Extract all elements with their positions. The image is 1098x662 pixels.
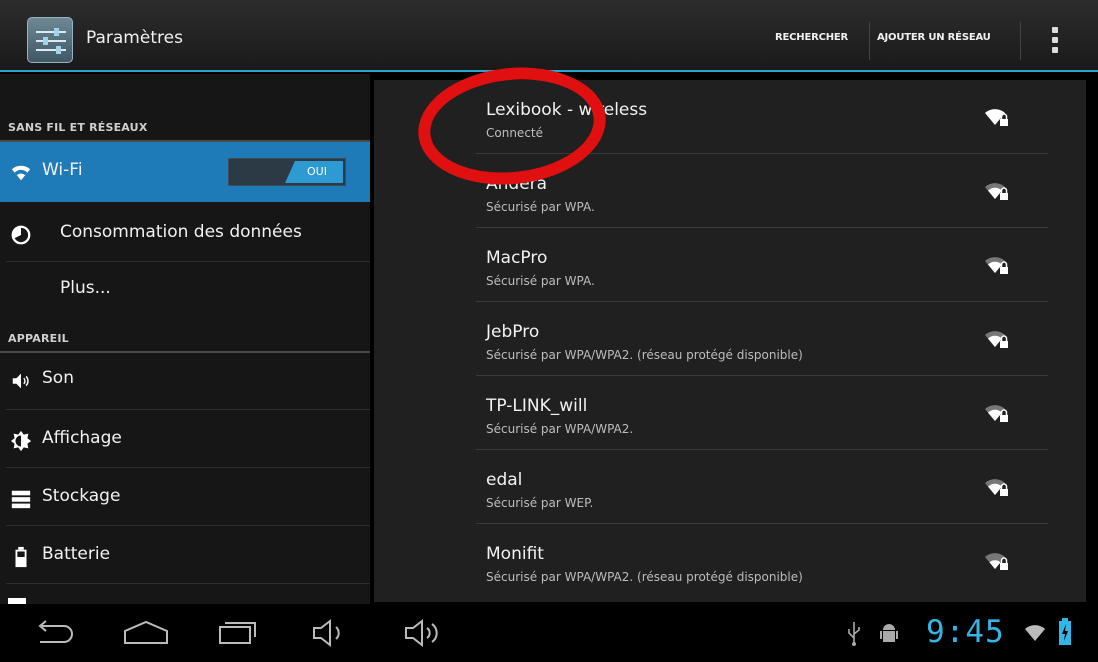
sidebar-item-display[interactable]: Affichage bbox=[0, 412, 370, 468]
item-divider bbox=[6, 583, 370, 584]
wifi-signal-locked-icon bbox=[985, 405, 1008, 422]
clock[interactable]: 9:45 bbox=[926, 614, 1005, 650]
wifi-toggle[interactable]: OUI bbox=[228, 158, 346, 186]
volume-icon[interactable] bbox=[310, 618, 352, 648]
actionbar-divider bbox=[869, 22, 870, 60]
section-header-device: APPAREIL bbox=[8, 332, 69, 345]
back-icon[interactable] bbox=[34, 620, 74, 646]
network-status: Sécurisé par WPA/WPA2. bbox=[486, 422, 634, 436]
network-item[interactable]: edal Sécurisé par WEP. bbox=[476, 450, 1048, 524]
search-button[interactable]: RECHERCHER bbox=[775, 32, 848, 43]
add-network-button[interactable]: AJOUTER UN RÉSEAU bbox=[877, 32, 991, 43]
actionbar-divider bbox=[1020, 22, 1021, 60]
network-status: Sécurisé par WPA/WPA2. (réseau protégé d… bbox=[486, 570, 803, 584]
wifi-signal-locked-icon bbox=[985, 331, 1008, 348]
settings-sidebar: SANS FIL ET RÉSEAUX Wi-Fi OUI Consommati… bbox=[0, 74, 370, 604]
sidebar-item-sound[interactable]: Son bbox=[0, 354, 370, 410]
overflow-menu-icon[interactable] bbox=[1048, 24, 1062, 56]
data-usage-icon bbox=[11, 225, 31, 245]
network-item[interactable]: JebPro Sécurisé par WPA/WPA2. (réseau pr… bbox=[476, 302, 1048, 376]
network-name: edal bbox=[486, 470, 523, 490]
home-icon[interactable] bbox=[122, 620, 170, 646]
section-divider bbox=[0, 351, 370, 353]
wifi-status-icon bbox=[1025, 625, 1045, 641]
sidebar-item-battery[interactable]: Batterie bbox=[0, 528, 370, 584]
item-divider bbox=[6, 409, 370, 410]
network-status: Sécurisé par WPA. bbox=[486, 200, 595, 214]
wifi-signal-locked-icon bbox=[985, 257, 1008, 274]
settings-app-icon[interactable] bbox=[27, 17, 73, 63]
sidebar-item-label: Consommation des données bbox=[60, 222, 302, 242]
wifi-signal-locked-icon bbox=[985, 183, 1008, 200]
network-name: MacPro bbox=[486, 248, 548, 268]
network-name: TP-LINK_will bbox=[486, 396, 588, 416]
network-status: Sécurisé par WEP. bbox=[486, 496, 594, 510]
network-status: Sécurisé par WPA. bbox=[486, 274, 595, 288]
wifi-signal-locked-icon bbox=[985, 553, 1008, 570]
action-bar: Paramètres RECHERCHER AJOUTER UN RÉSEAU bbox=[0, 0, 1098, 72]
storage-icon bbox=[11, 490, 31, 509]
network-item[interactable]: TP-LINK_will Sécurisé par WPA/WPA2. bbox=[476, 376, 1048, 450]
network-status: Sécurisé par WPA/WPA2. (réseau protégé d… bbox=[486, 348, 803, 362]
sidebar-item-more[interactable]: Plus... bbox=[0, 262, 370, 318]
recent-apps-icon[interactable] bbox=[216, 618, 260, 646]
battery-charging-icon bbox=[1059, 618, 1071, 645]
network-item[interactable]: MacPro Sécurisé par WPA. bbox=[476, 228, 1048, 302]
sidebar-item-storage[interactable]: Stockage bbox=[0, 470, 370, 526]
sidebar-item-data-usage[interactable]: Consommation des données bbox=[0, 206, 370, 262]
wifi-signal-locked-icon bbox=[985, 479, 1008, 496]
sidebar-item-label: Batterie bbox=[42, 544, 111, 564]
wifi-signal-locked-icon bbox=[985, 109, 1008, 126]
network-name: Monifit bbox=[486, 544, 544, 564]
battery-icon bbox=[15, 546, 27, 568]
page-title: Paramètres bbox=[86, 28, 183, 48]
system-navigation-bar: 9:45 bbox=[0, 604, 1098, 662]
sliders-icon bbox=[36, 28, 66, 54]
sidebar-item-label: Wi-Fi bbox=[42, 160, 83, 180]
speaker-icon bbox=[12, 373, 29, 389]
network-item[interactable]: Monifit Sécurisé par WPA/WPA2. (réseau p… bbox=[476, 524, 1048, 598]
sidebar-item-label: Son bbox=[42, 368, 74, 388]
item-divider bbox=[6, 525, 370, 526]
section-header-wireless: SANS FIL ET RÉSEAUX bbox=[8, 121, 148, 134]
android-debug-icon bbox=[880, 624, 898, 642]
network-name: JebPro bbox=[486, 322, 540, 342]
sidebar-item-label: Plus... bbox=[60, 278, 111, 298]
sidebar-item-label: Stockage bbox=[42, 486, 121, 506]
usb-icon bbox=[848, 622, 860, 646]
wifi-icon bbox=[11, 165, 31, 181]
brightness-icon bbox=[10, 430, 32, 452]
sidebar-item-label: Affichage bbox=[42, 428, 122, 448]
toggle-label: OUI bbox=[307, 165, 327, 178]
sidebar-item-wifi[interactable]: Wi-Fi OUI bbox=[0, 142, 370, 202]
volume-up-icon[interactable] bbox=[402, 618, 448, 648]
item-divider bbox=[6, 467, 370, 468]
